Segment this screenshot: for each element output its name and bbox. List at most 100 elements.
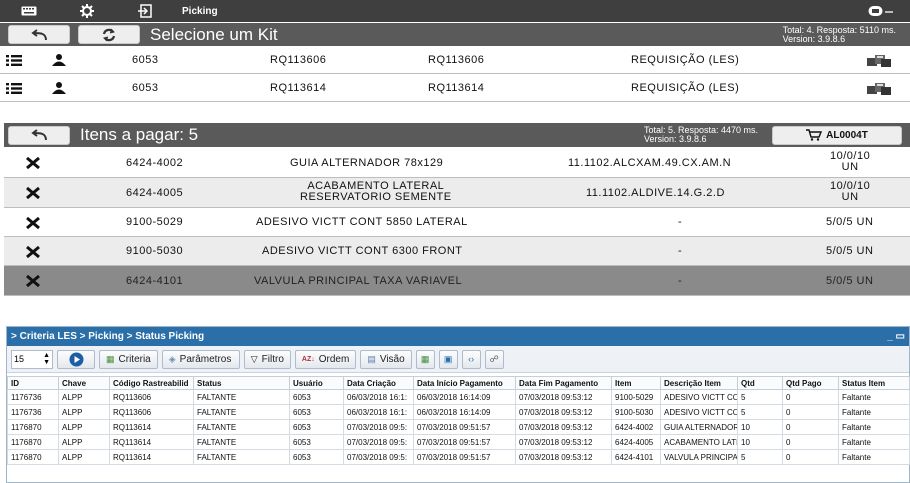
list-detail-icon[interactable] bbox=[6, 55, 22, 69]
item-quantity: 10/0/10 UN bbox=[830, 151, 870, 173]
exit-icon[interactable] bbox=[116, 0, 174, 22]
list-item[interactable]: 9100-5029 ADESIVO VICTT CONT 5850 LATERA… bbox=[4, 208, 910, 237]
criteria-button[interactable]: ▦ Criteria bbox=[99, 349, 158, 369]
list-item[interactable]: 6053 RQ113614 RQ113614 REQUISIÇÃO (LES) bbox=[0, 74, 910, 102]
item-location: 11.1102.ALCXAM.49.CX.AM.N bbox=[568, 157, 732, 169]
table-cell: 6053 bbox=[289, 419, 344, 435]
list-item[interactable]: 6424-4002 GUIA ALTERNADOR 78x129 11.1102… bbox=[4, 148, 910, 178]
table-cell: RQ113614 bbox=[109, 419, 194, 435]
table-cell: 5 bbox=[737, 404, 783, 420]
table-cell: FALTANTE bbox=[193, 389, 290, 405]
column-header[interactable]: Status bbox=[193, 376, 290, 390]
column-header[interactable]: Data Início Pagamento bbox=[413, 376, 516, 390]
back-button[interactable] bbox=[8, 25, 70, 44]
table-row[interactable]: 1176736 ALPP RQ113606 FALTANTE 6053 06/03/201… bbox=[7, 389, 910, 405]
column-header[interactable]: Status Item bbox=[838, 376, 910, 390]
minimize-icon[interactable]: _ ▭ bbox=[887, 331, 905, 342]
items-list: 6424-4002 GUIA ALTERNADOR 78x129 11.1102… bbox=[4, 148, 910, 296]
list-item[interactable]: 9100-5030 ADESIVO VICTT CONT 6300 FRONT … bbox=[4, 237, 910, 266]
column-header[interactable]: Chave bbox=[58, 376, 110, 390]
column-header[interactable]: Data Fim Pagamento bbox=[515, 376, 612, 390]
kit-user: 6053 bbox=[132, 54, 159, 66]
list-item[interactable]: 6424-4005 ACABAMENTO LATERAL RESERVATORI… bbox=[4, 178, 910, 208]
item-quantity-unit: UN bbox=[841, 191, 859, 203]
visao-label: Visão bbox=[379, 353, 405, 365]
kit-code-a: RQ113606 bbox=[270, 54, 327, 66]
table-cell: 0 bbox=[782, 389, 839, 405]
save-icon[interactable]: ▣ bbox=[438, 349, 458, 369]
table-cell: 6424-4101 bbox=[611, 449, 661, 465]
column-header[interactable]: Código Rastreabilid bbox=[109, 376, 194, 390]
connection-icon[interactable] bbox=[866, 3, 896, 19]
table-row[interactable]: 1176870 ALPP RQ113614 FALTANTE 6053 07/03/201… bbox=[7, 449, 910, 465]
run-button[interactable] bbox=[57, 349, 95, 369]
table-cell: ALPP bbox=[58, 389, 110, 405]
remove-icon[interactable] bbox=[26, 216, 40, 232]
table-cell: 07/03/2018 09:51:57 bbox=[413, 434, 516, 450]
kit-code-b: RQ113614 bbox=[428, 82, 485, 94]
gear-icon[interactable] bbox=[58, 0, 116, 22]
list-item-selected[interactable]: 6424-4101 VALVULA PRINCIPAL TAXA VARIAVE… bbox=[4, 266, 910, 296]
list-detail-icon[interactable] bbox=[6, 83, 22, 97]
undo-arrow-icon bbox=[31, 28, 47, 40]
column-header[interactable]: Descrição Item bbox=[660, 376, 738, 390]
table-cell: Faltante bbox=[838, 434, 910, 450]
remove-icon[interactable] bbox=[26, 156, 40, 172]
page-size-select[interactable]: 15 ▲ ▼ bbox=[11, 349, 53, 369]
cart-label: AL0004T bbox=[826, 129, 868, 141]
table-row[interactable]: 1176870 ALPP RQ113614 FALTANTE 6053 07/03/201… bbox=[7, 419, 910, 435]
refresh-button[interactable] bbox=[78, 25, 140, 44]
item-description: ADESIVO VICTT CONT 6300 FRONT bbox=[262, 245, 463, 257]
item-code: 6424-4002 bbox=[126, 157, 184, 169]
filtro-label: Filtro bbox=[261, 353, 284, 365]
ordem-button[interactable]: AZ↓ Ordem bbox=[294, 349, 357, 369]
table-cell: 07/03/2018 09:5: bbox=[343, 419, 414, 435]
item-location: 11.1102.ALDIVE.14.G.2.D bbox=[586, 187, 725, 199]
list-item[interactable]: 6053 RQ113606 RQ113606 REQUISIÇÃO (LES) bbox=[0, 46, 910, 74]
cart-button[interactable]: AL0004T bbox=[772, 125, 902, 145]
table-cell: ADESIVO VICTT CO bbox=[660, 389, 738, 405]
table-cell: 5 bbox=[737, 389, 783, 405]
filtro-button[interactable]: ▽ Filtro bbox=[243, 349, 291, 369]
items-panel-title: Itens a pagar: 5 bbox=[80, 125, 199, 144]
column-header[interactable]: ID bbox=[7, 376, 59, 390]
chart-icon[interactable]: ☍ bbox=[484, 349, 504, 369]
table-row[interactable]: 1176870 ALPP RQ113614 FALTANTE 6053 07/03/201… bbox=[7, 434, 910, 450]
ordem-label: Ordem bbox=[318, 353, 350, 365]
table-cell: RQ113606 bbox=[109, 389, 194, 405]
app-title: Picking bbox=[182, 5, 218, 17]
table-cell: 07/03/2018 09:5: bbox=[343, 434, 414, 450]
table-cell: 6053 bbox=[289, 404, 344, 420]
remove-icon[interactable] bbox=[26, 245, 40, 261]
kit-box-icon[interactable] bbox=[865, 52, 893, 71]
visao-button[interactable]: ▤ Visão bbox=[360, 349, 412, 369]
kit-box-icon[interactable] bbox=[865, 80, 893, 99]
column-header[interactable]: Item bbox=[611, 376, 661, 390]
remove-icon[interactable] bbox=[26, 274, 40, 290]
column-header[interactable]: Qtd Pago bbox=[782, 376, 839, 390]
user-icon bbox=[51, 82, 67, 97]
spinner-icon[interactable]: ▲ ▼ bbox=[43, 352, 50, 366]
remove-icon[interactable] bbox=[26, 186, 40, 202]
table-cell: 1176870 bbox=[7, 434, 59, 450]
column-header[interactable]: Data Criação bbox=[343, 376, 414, 390]
column-header[interactable]: Qtd bbox=[737, 376, 783, 390]
table-cell: FALTANTE bbox=[193, 449, 290, 465]
parametros-button[interactable]: ◈ Parâmetros bbox=[161, 349, 240, 369]
table-cell: 0 bbox=[782, 434, 839, 450]
table-cell: 07/03/2018 09:51:57 bbox=[413, 449, 516, 465]
breadcrumb-text: > Criteria LES > Picking > Status Pickin… bbox=[11, 331, 205, 342]
column-header[interactable]: Usuário bbox=[289, 376, 344, 390]
export-excel-icon[interactable]: ▦ bbox=[415, 349, 435, 369]
item-quantity: 5/0/5 UN bbox=[826, 216, 874, 228]
kit-panel-status: Total: 4. Resposta: 5110 ms. Version: 3.… bbox=[783, 25, 896, 44]
back-button[interactable] bbox=[8, 125, 70, 145]
table-cell: 07/03/2018 09:53:12 bbox=[515, 404, 612, 420]
keyboard-icon[interactable] bbox=[0, 0, 58, 22]
code-icon[interactable]: ‹› bbox=[461, 349, 481, 369]
table-row[interactable]: 1176736 ALPP RQ113606 FALTANTE 6053 06/03/201… bbox=[7, 404, 910, 420]
criteria-label: Criteria bbox=[118, 353, 151, 365]
table-cell: 07/03/2018 09:53:12 bbox=[515, 389, 612, 405]
kit-type: REQUISIÇÃO (LES) bbox=[631, 54, 740, 66]
table-cell: ACABAMENTO LATE bbox=[660, 434, 738, 450]
